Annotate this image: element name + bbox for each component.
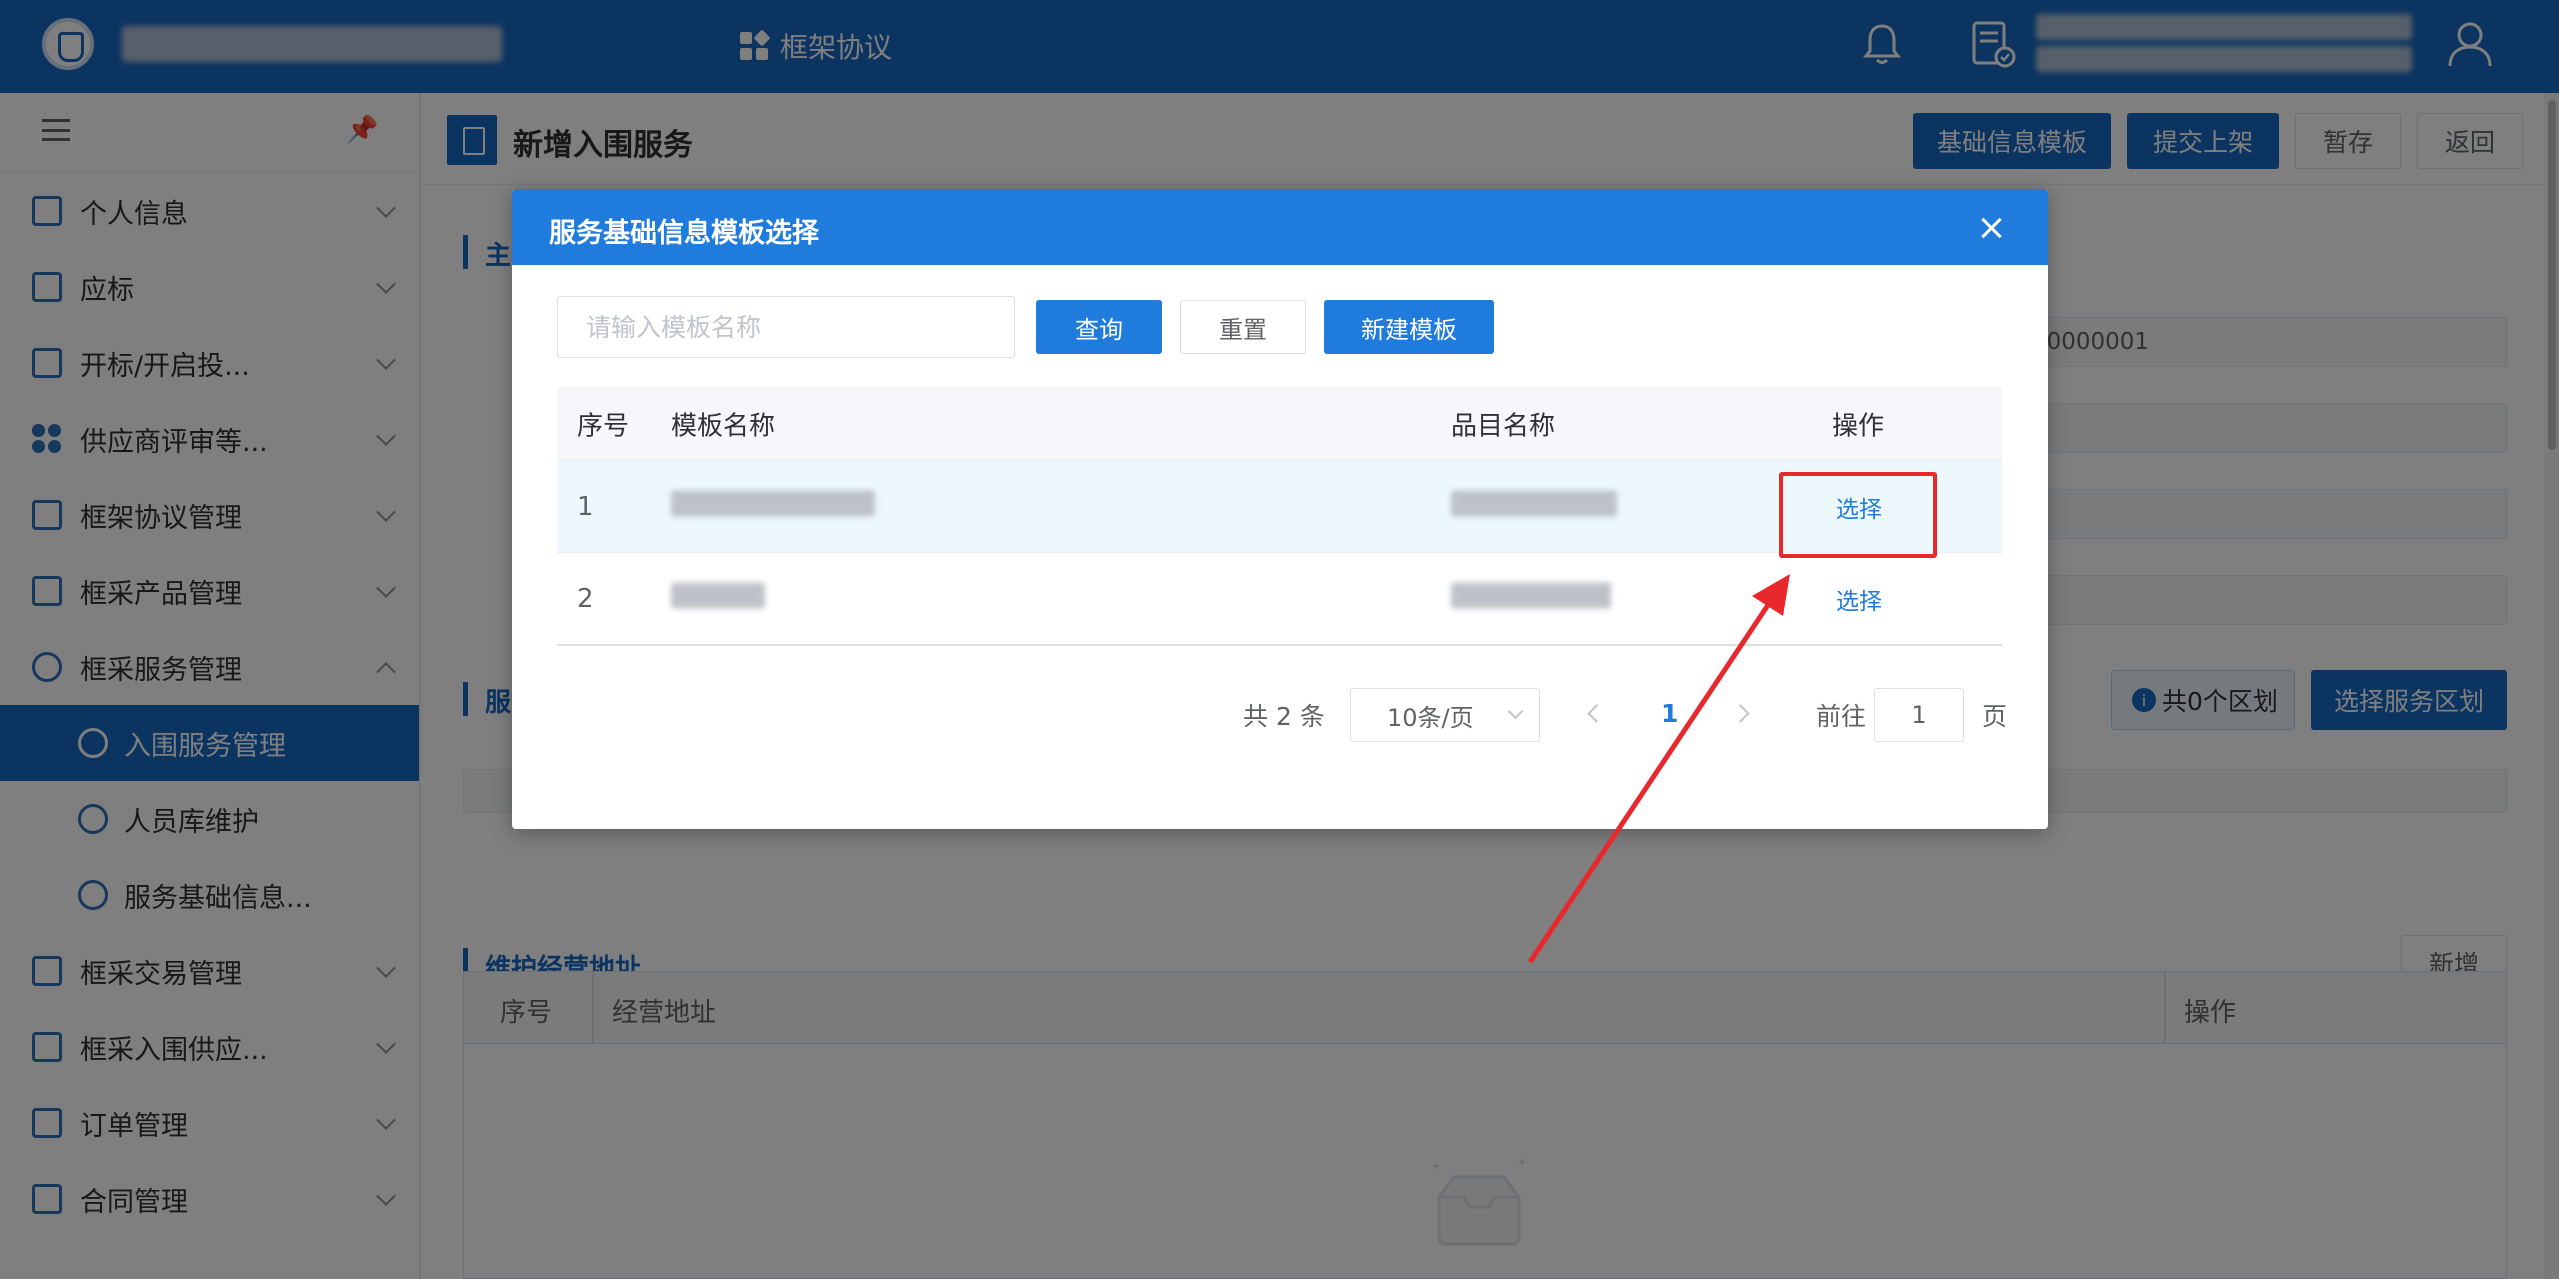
page-size-select[interactable]: 10条/页 [1350,688,1540,742]
row-index: 2 [577,583,594,614]
select-template-link[interactable]: 选择 [1836,582,1882,616]
template-name-search-input[interactable] [557,296,1015,358]
next-page-icon[interactable] [1731,704,1750,723]
current-page-number[interactable]: 1 [1661,699,1678,728]
column-header: 品目名称 [1451,411,1556,441]
page-size-value: 10条/页 [1387,703,1474,732]
page-suffix-label: 页 [1982,702,2008,731]
template-name-redacted [671,582,765,615]
row-index: 1 [577,491,594,522]
annotation-highlight-box [1779,472,1937,558]
template-table-header: 序号 模板名称 品目名称 操作 [557,387,2002,461]
dialog-header: 服务基础信息模板选择 [512,189,2048,265]
reset-button[interactable]: 重置 [1180,300,1306,354]
category-name-redacted [1451,490,1617,523]
chevron-down-icon [1507,703,1524,720]
template-name-redacted [671,490,875,523]
column-header: 操作 [1832,411,1885,441]
category-name-redacted [1451,582,1611,615]
dialog-title: 服务基础信息模板选择 [549,218,819,249]
table-bottom-border [557,644,2002,646]
prev-page-icon[interactable] [1587,704,1606,723]
column-header: 模板名称 [671,411,776,441]
column-header: 序号 [577,411,630,441]
table-row: 2 选择 [557,553,2002,645]
goto-page-input[interactable] [1874,688,1964,742]
pagination-total: 共 2 条 [1243,702,1325,731]
query-button[interactable]: 查询 [1036,300,1162,354]
new-template-button[interactable]: 新建模板 [1324,300,1494,354]
goto-label: 前往 [1816,702,1867,731]
close-icon[interactable] [1974,211,2008,245]
